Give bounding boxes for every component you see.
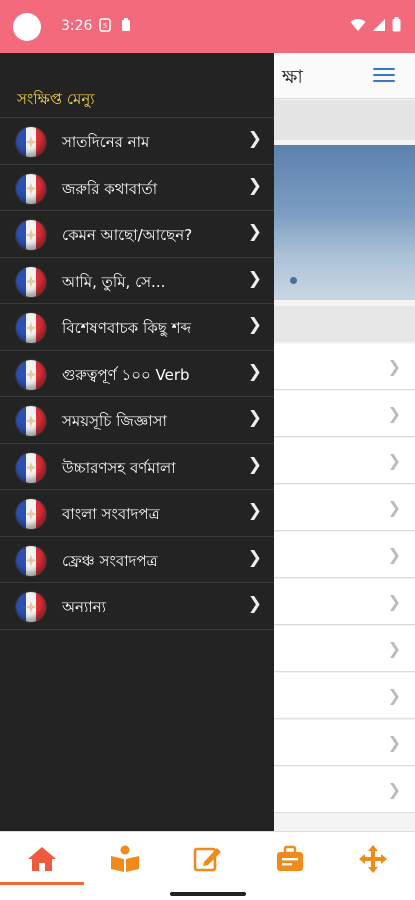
- list-item[interactable]: ❯: [274, 579, 415, 625]
- page-title: ক্ষা: [282, 66, 303, 88]
- camera-cutout: [13, 13, 41, 41]
- drawer-item-label: বাংলা সংবাদপত্র: [62, 505, 160, 523]
- chevron-right-icon: ❯: [247, 268, 262, 289]
- chevron-right-icon: ❯: [387, 357, 401, 376]
- french-flag-icon: [16, 173, 46, 204]
- sim-icon: 5: [99, 18, 111, 35]
- french-flag-icon: [16, 220, 46, 250]
- navigation-drawer: সংক্ষিপ্ত মেন্যু সাতদিনের নাম ❯ জরুরি কথ…: [0, 53, 274, 831]
- list-item[interactable]: ❯: [274, 485, 415, 531]
- home-icon[interactable]: [22, 844, 62, 874]
- chevron-right-icon: ❯: [247, 129, 262, 149]
- drawer-item-label: উচ্চারণসহ বর্ণমালা: [62, 458, 176, 477]
- bottom-navigation: [0, 831, 415, 900]
- list-item[interactable]: ❯: [274, 532, 415, 578]
- french-flag-icon: [16, 592, 46, 622]
- drawer-item-label: কেমন আছো/আছেন?: [62, 226, 193, 244]
- chevron-right-icon: ❯: [247, 501, 262, 521]
- chevron-right-icon: ❯: [387, 780, 401, 799]
- drawer-header: সংক্ষিপ্ত মেন্যু: [17, 90, 95, 108]
- chevron-right-icon: ❯: [387, 686, 401, 705]
- chevron-right-icon: ❯: [247, 454, 262, 475]
- chevron-right-icon: ❯: [387, 451, 401, 470]
- chevron-right-icon: ❯: [387, 545, 401, 564]
- list-menu-icon[interactable]: [373, 68, 395, 84]
- chevron-right-icon: ❯: [247, 361, 262, 382]
- drawer-item-label: সময়সূচি জিজ্ঞাসা: [62, 412, 167, 430]
- move-arrows-icon[interactable]: [353, 844, 393, 874]
- chevron-right-icon: ❯: [387, 592, 401, 611]
- drawer-item-label: আমি, তুমি, সে...: [62, 272, 166, 291]
- drawer-item-label: বিশেষণবাচক কিছু শব্দ: [62, 319, 191, 337]
- status-time: 3:26: [61, 18, 93, 34]
- drawer-item-label: গুরুত্বপূর্ণ ১০০ Verb: [62, 365, 190, 384]
- list-item[interactable]: ❯: [274, 720, 415, 766]
- drawer-item-french-news[interactable]: ফ্রেঞ্চ সংবাদপত্র ❯: [0, 537, 274, 583]
- gesture-bar[interactable]: [170, 892, 246, 896]
- wifi-icon: [350, 17, 366, 36]
- signal-icon: [372, 17, 386, 36]
- list-item[interactable]: ❯: [274, 391, 415, 437]
- drawer-item-seven-days[interactable]: সাতদিনের নাম ❯: [0, 118, 274, 165]
- chevron-right-icon: ❯: [247, 175, 262, 196]
- drawer-item-label: ফ্রেঞ্চ সংবাদপত্র: [62, 551, 158, 570]
- chevron-right-icon: ❯: [387, 639, 401, 658]
- list-item[interactable]: ❯: [274, 673, 415, 719]
- list-item[interactable]: ❯: [274, 626, 415, 672]
- battery-saver-icon: [121, 18, 131, 35]
- drawer-item-how-are-you[interactable]: কেমন আছো/আছেন? ❯: [0, 211, 274, 258]
- chevron-right-icon: ❯: [387, 404, 401, 423]
- drawer-item-urgent-talk[interactable]: জরুরি কথাবার্তা ❯: [0, 165, 274, 211]
- chevron-right-icon: ❯: [247, 315, 262, 335]
- drawer-item-label: অন্যান্য: [62, 598, 106, 616]
- book-reader-icon[interactable]: [105, 844, 145, 874]
- chevron-right-icon: ❯: [247, 222, 262, 242]
- french-flag-icon: [16, 406, 46, 436]
- chevron-right-icon: ❯: [387, 498, 401, 517]
- french-flag-icon: [16, 545, 46, 576]
- active-tab-indicator: [0, 882, 84, 885]
- french-flag-icon: [16, 499, 46, 529]
- drawer-item-bangla-news[interactable]: বাংলা সংবাদপত্র ❯: [0, 490, 274, 537]
- chevron-right-icon: ❯: [247, 594, 262, 614]
- drawer-item-adjectives[interactable]: বিশেষণবাচক কিছু শব্দ ❯: [0, 304, 274, 351]
- french-flag-icon: [16, 313, 46, 343]
- french-flag-icon: [16, 266, 46, 297]
- list-item[interactable]: ❯: [274, 767, 415, 813]
- french-flag-icon: [16, 359, 46, 390]
- drawer-menu-list: সাতদিনের নাম ❯ জরুরি কথাবার্তা ❯ কেমন আছ…: [0, 117, 274, 630]
- drawer-item-pronouns[interactable]: আমি, তুমি, সে... ❯: [0, 258, 274, 304]
- list-item[interactable]: ❯: [274, 344, 415, 390]
- carousel-dot[interactable]: [290, 277, 297, 284]
- french-flag-icon: [16, 452, 46, 483]
- drawer-item-verbs[interactable]: গুরুত্বপূর্ণ ১০০ Verb ❯: [0, 351, 274, 397]
- edit-icon[interactable]: [187, 844, 227, 874]
- chevron-right-icon: ❯: [247, 408, 262, 428]
- drawer-item-label: জরুরি কথাবার্তা: [62, 179, 158, 198]
- drawer-item-others[interactable]: অন্যান্য ❯: [0, 583, 274, 630]
- battery-icon: [392, 17, 401, 36]
- drawer-item-alphabet[interactable]: উচ্চারণসহ বর্ণমালা ❯: [0, 444, 274, 490]
- french-flag-icon: [16, 127, 46, 157]
- drawer-item-schedule[interactable]: সময়সূচি জিজ্ঞাসা ❯: [0, 397, 274, 444]
- drawer-item-label: সাতদিনের নাম: [62, 133, 150, 151]
- svg-text:5: 5: [103, 22, 107, 30]
- briefcase-icon[interactable]: [270, 844, 310, 874]
- chevron-right-icon: ❯: [387, 733, 401, 752]
- list-item[interactable]: ❯: [274, 438, 415, 484]
- chevron-right-icon: ❯: [247, 547, 262, 568]
- status-bar: 3:26 5: [0, 0, 415, 53]
